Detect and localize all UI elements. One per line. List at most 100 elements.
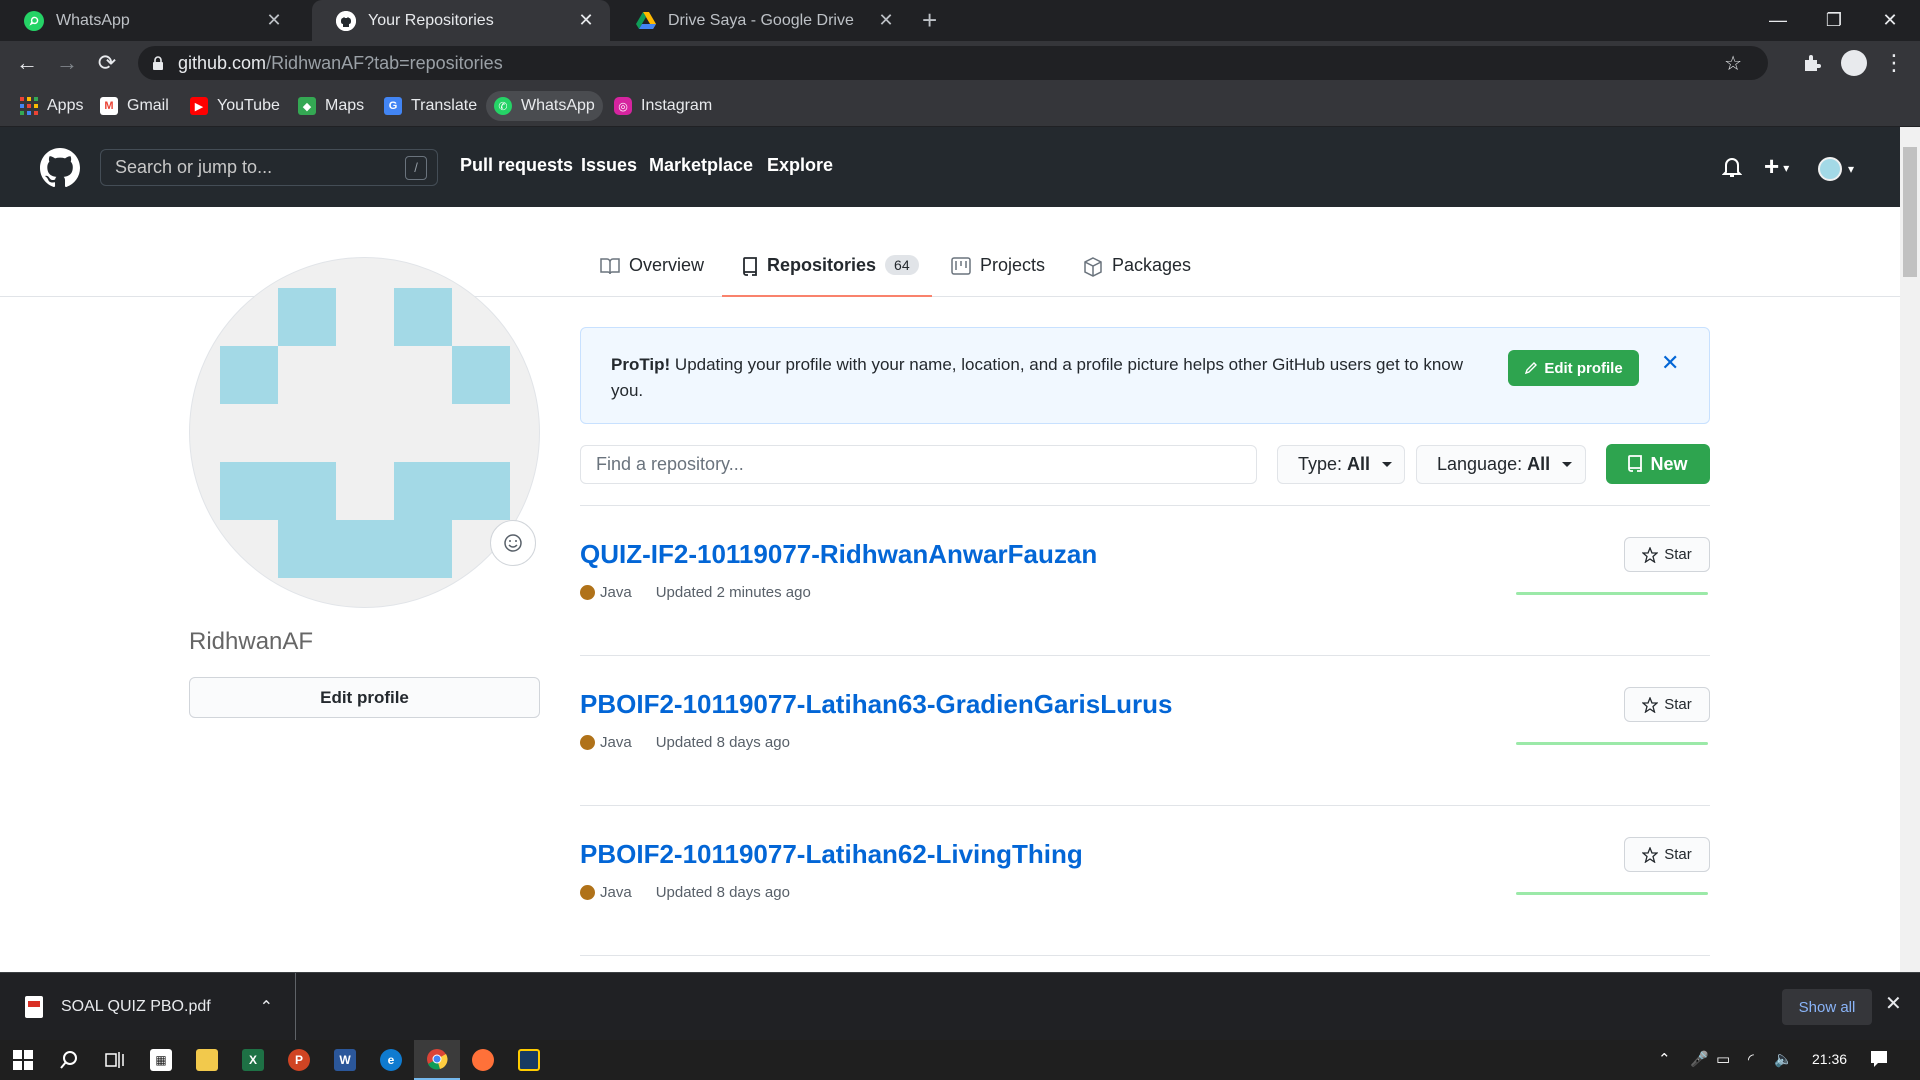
tab-overview[interactable]: Overview [600, 255, 704, 297]
bookmark-star-icon[interactable]: ☆ [1724, 51, 1742, 76]
create-new-plus-icon[interactable]: + ▾ [1764, 151, 1789, 182]
close-tab-icon[interactable]: ✕ [576, 10, 596, 31]
bookmark-gmail[interactable]: M Gmail [92, 91, 177, 121]
windows-start-icon[interactable] [0, 1040, 46, 1080]
extensions-icon[interactable] [1794, 41, 1830, 85]
tab-projects[interactable]: Projects [951, 255, 1045, 297]
file-explorer-icon[interactable] [184, 1040, 230, 1080]
nav-marketplace[interactable]: Marketplace [649, 155, 753, 176]
github-search-input[interactable]: Search or jump to... / [100, 149, 438, 186]
tab-packages[interactable]: Packages [1083, 255, 1191, 297]
bookmark-translate[interactable]: G Translate [376, 91, 485, 121]
nav-pull-requests[interactable]: Pull requests [460, 155, 573, 176]
profile-avatar-icon[interactable] [1836, 41, 1872, 85]
caret-down-icon [1562, 462, 1573, 467]
minimize-window-icon[interactable]: — [1750, 0, 1806, 41]
star-button[interactable]: Star [1624, 687, 1710, 722]
browser-toolbar: ← → ⟳ github.com/RidhwanAF?tab=repositor… [0, 41, 1920, 85]
repo-name-link[interactable]: PBOIF2-10119077-Latihan62-LivingThing [580, 839, 1083, 870]
nav-issues[interactable]: Issues [581, 155, 637, 176]
tab-repositories[interactable]: Repositories 64 [722, 255, 932, 297]
tab-google-drive[interactable]: Drive Saya - Google Drive ✕ [612, 0, 910, 41]
show-all-downloads-button[interactable]: Show all [1782, 989, 1872, 1025]
virtualbox-icon[interactable] [506, 1040, 552, 1080]
github-header: Search or jump to... / Pull requests Iss… [0, 127, 1900, 207]
tab-title: WhatsApp [56, 11, 130, 29]
whatsapp-icon [24, 10, 44, 31]
wifi-icon[interactable]: ◜ [1748, 1050, 1754, 1068]
protip-close-icon[interactable]: ✕ [1661, 350, 1679, 376]
bookmark-label: Instagram [641, 97, 713, 114]
close-window-icon[interactable]: ✕ [1862, 0, 1918, 41]
back-icon[interactable]: ← [9, 41, 45, 85]
restore-window-icon[interactable]: ❐ [1806, 0, 1862, 41]
browser-menu-icon[interactable]: ⋮ [1876, 41, 1912, 85]
battery-icon[interactable]: ▭ [1716, 1050, 1730, 1068]
bookmark-instagram[interactable]: ◎ Instagram [606, 91, 720, 121]
download-item[interactable]: SOAL QUIZ PBO.pdf ⌃ [0, 973, 296, 1041]
repo-name-link[interactable]: PBOIF2-10119077-Latihan63-GradienGarisLu… [580, 689, 1172, 720]
close-tab-icon[interactable]: ✕ [876, 10, 896, 31]
type-filter-dropdown[interactable]: Type: All [1277, 445, 1405, 484]
chrome-icon[interactable] [414, 1040, 460, 1080]
activity-sparkline [1516, 892, 1708, 895]
star-button[interactable]: Star [1624, 837, 1710, 872]
action-center-icon[interactable] [1870, 1050, 1888, 1068]
repo-meta: Java Updated 8 days ago [580, 884, 790, 901]
volume-icon[interactable]: 🔈 [1774, 1050, 1793, 1068]
nav-explore[interactable]: Explore [767, 155, 833, 176]
repo-language: Java [600, 884, 632, 901]
store-icon[interactable]: ▦ [138, 1040, 184, 1080]
language-color-dot [580, 735, 595, 750]
show-hidden-icons-chevron[interactable]: ⌃ [1658, 1050, 1671, 1068]
protip-edit-profile-button[interactable]: Edit profile [1508, 350, 1639, 386]
apps-grid-icon [20, 97, 38, 115]
reload-icon[interactable]: ⟳ [89, 41, 125, 85]
tab-your-repositories[interactable]: Your Repositories ✕ [312, 0, 610, 41]
profile-username: RidhwanAF [189, 628, 314, 655]
bookmark-label: Maps [325, 97, 365, 114]
microphone-icon[interactable]: 🎤 [1690, 1050, 1709, 1068]
find-repository-input[interactable]: Find a repository... [580, 445, 1257, 484]
edit-profile-button[interactable]: Edit profile [189, 677, 540, 718]
firefox-icon[interactable] [460, 1040, 506, 1080]
powerpoint-icon[interactable]: P [276, 1040, 322, 1080]
excel-icon[interactable]: X [230, 1040, 276, 1080]
activity-sparkline [1516, 592, 1708, 595]
bookmark-youtube[interactable]: ▶ YouTube [182, 91, 288, 121]
language-filter-dropdown[interactable]: Language: All [1416, 445, 1586, 484]
task-view-icon[interactable] [92, 1040, 138, 1080]
user-menu-avatar[interactable]: ▾ [1818, 157, 1854, 181]
close-tab-icon[interactable]: ✕ [264, 10, 284, 31]
profile-avatar[interactable] [189, 257, 540, 608]
address-bar[interactable]: github.com/RidhwanAF?tab=repositories ☆ [138, 46, 1768, 80]
forward-icon[interactable]: → [49, 41, 85, 85]
set-status-smiley-icon[interactable] [490, 520, 536, 566]
url-path: /RidhwanAF?tab=repositories [266, 52, 503, 73]
new-tab-button[interactable]: + [922, 6, 937, 34]
repo-updated: Updated 2 minutes ago [655, 584, 811, 601]
tab-whatsapp[interactable]: WhatsApp ✕ [0, 0, 298, 41]
taskbar-clock[interactable]: 21:36 [1812, 1051, 1847, 1067]
repo-name-link[interactable]: QUIZ-IF2-10119077-RidhwanAnwarFauzan [580, 539, 1097, 570]
new-repository-button[interactable]: New [1606, 444, 1710, 484]
word-icon[interactable]: W [322, 1040, 368, 1080]
page-scrollbar[interactable] [1900, 127, 1920, 972]
notifications-bell-icon[interactable] [1722, 156, 1742, 178]
tab-label: Overview [629, 255, 705, 275]
repo-count-badge: 64 [885, 255, 919, 275]
edge-icon[interactable]: e [368, 1040, 414, 1080]
github-icon [336, 10, 356, 31]
bookmark-apps[interactable]: Apps [12, 91, 91, 121]
bookmark-maps[interactable]: ◆ Maps [290, 91, 372, 121]
search-icon[interactable] [46, 1040, 92, 1080]
star-button[interactable]: Star [1624, 537, 1710, 572]
star-label: Star [1664, 846, 1692, 863]
protip-lead: ProTip! [611, 355, 671, 374]
scrollbar-thumb[interactable] [1903, 147, 1917, 277]
bookmark-whatsapp[interactable]: ✆ WhatsApp [486, 91, 603, 121]
github-logo-icon[interactable] [40, 148, 80, 188]
chevron-up-icon[interactable]: ⌃ [260, 997, 273, 1017]
repo-meta: Java Updated 8 days ago [580, 734, 790, 751]
close-download-bar-icon[interactable]: ✕ [1885, 991, 1902, 1016]
